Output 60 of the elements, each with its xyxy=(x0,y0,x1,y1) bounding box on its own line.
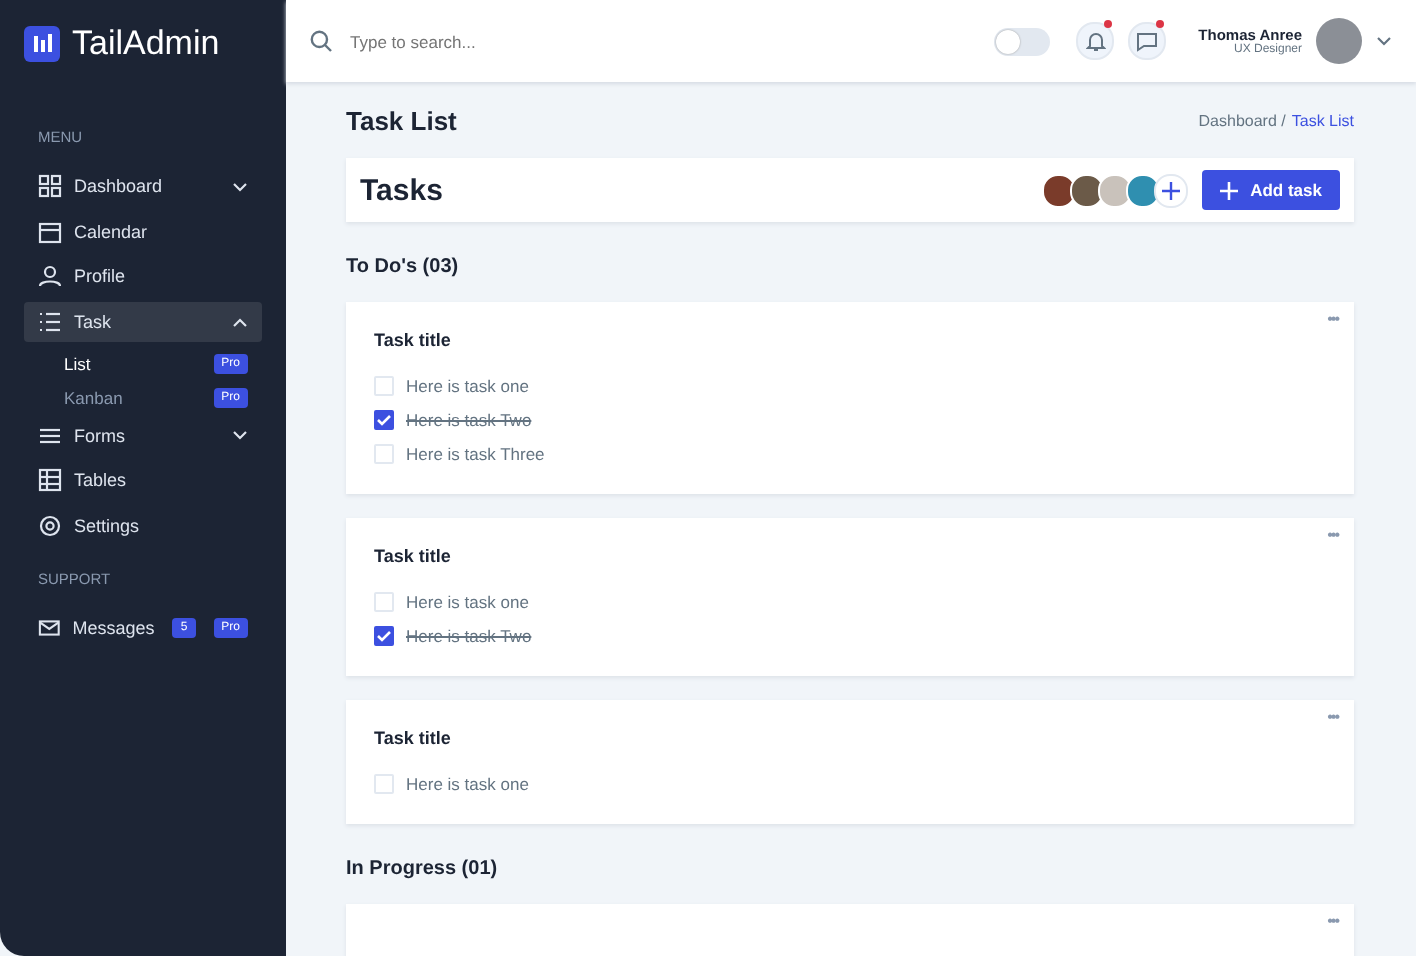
member-avatar xyxy=(1098,173,1133,207)
task-checkbox[interactable] xyxy=(374,625,394,645)
sidebar-item[interactable]: Dashboard xyxy=(24,166,262,206)
task-card-title: Task title xyxy=(374,728,453,748)
calendar-icon xyxy=(38,219,62,244)
sidebar-item-label: Task xyxy=(74,312,114,333)
task-card-title: Task title xyxy=(374,546,453,566)
user-avatar[interactable] xyxy=(1316,18,1362,64)
sidebar-item[interactable]: Task xyxy=(24,302,262,343)
sidebar-item-label: Tables xyxy=(74,470,129,491)
task-checkbox[interactable] xyxy=(374,409,394,429)
add-member-button[interactable] xyxy=(1154,173,1189,207)
bell-icon xyxy=(1085,30,1106,52)
add-task-button[interactable]: Add task xyxy=(1202,170,1340,210)
sidebar-item[interactable]: Forms xyxy=(24,415,262,456)
task-card-title: Task title xyxy=(374,330,453,350)
chevron-down-icon[interactable] xyxy=(1376,36,1392,46)
task-label: Here is task one xyxy=(406,375,529,395)
messages-button[interactable] xyxy=(1128,22,1167,60)
member-avatar xyxy=(1126,173,1161,207)
task-label: Here is task Three xyxy=(406,443,545,463)
page-title: Task List xyxy=(346,105,457,135)
search-field[interactable]: Type to search... xyxy=(346,29,614,53)
chat-icon xyxy=(1136,31,1159,51)
member-avatar xyxy=(1070,173,1105,207)
task-label: Here is task Two xyxy=(406,625,532,645)
sidebar-item[interactable]: Calendar xyxy=(24,211,262,252)
breadcrumb-link[interactable]: Task List xyxy=(1291,111,1354,129)
settings-icon xyxy=(38,514,62,539)
sidebar-item[interactable]: Profile xyxy=(24,256,262,297)
grid-icon xyxy=(38,174,62,198)
logo-text: TailAdmin xyxy=(72,24,220,64)
sidebar-item-label: Dashboard xyxy=(74,176,165,196)
user-icon xyxy=(38,264,62,289)
mail-icon xyxy=(38,616,61,641)
forms-icon xyxy=(38,423,62,448)
member-avatar xyxy=(1042,173,1077,207)
task-label: Here is task Two xyxy=(406,409,532,429)
submenu-item[interactable]: List xyxy=(64,354,91,375)
section-heading: To Do's (03) xyxy=(346,256,461,278)
sidebar-item[interactable]: Settings xyxy=(24,506,262,547)
sidebar-item-label: Profile xyxy=(74,266,128,287)
breadcrumb-link[interactable]: Dashboard / xyxy=(1198,111,1286,129)
sidebar-item-label: Messages xyxy=(72,618,155,639)
search-icon xyxy=(310,30,332,52)
plus-icon xyxy=(1220,181,1239,199)
logo-icon xyxy=(24,26,60,62)
section-heading: In Progress (01) xyxy=(346,858,500,880)
sidebar-item-label: Settings xyxy=(74,516,142,537)
plus-icon xyxy=(1162,181,1181,199)
sidebar-item-label: Calendar xyxy=(74,221,150,242)
table-icon xyxy=(38,468,62,493)
task-label: Here is task one xyxy=(406,591,529,611)
task-label: Here is task one xyxy=(406,773,529,793)
notification-button[interactable] xyxy=(1076,22,1115,60)
tasks-heading: Tasks xyxy=(360,173,445,207)
sidebar-item[interactable]: Tables xyxy=(24,460,262,501)
sidebar-item-label: Forms xyxy=(74,425,127,446)
submenu-item[interactable]: Kanban xyxy=(64,388,123,409)
dark-mode-toggle[interactable] xyxy=(994,27,1051,55)
